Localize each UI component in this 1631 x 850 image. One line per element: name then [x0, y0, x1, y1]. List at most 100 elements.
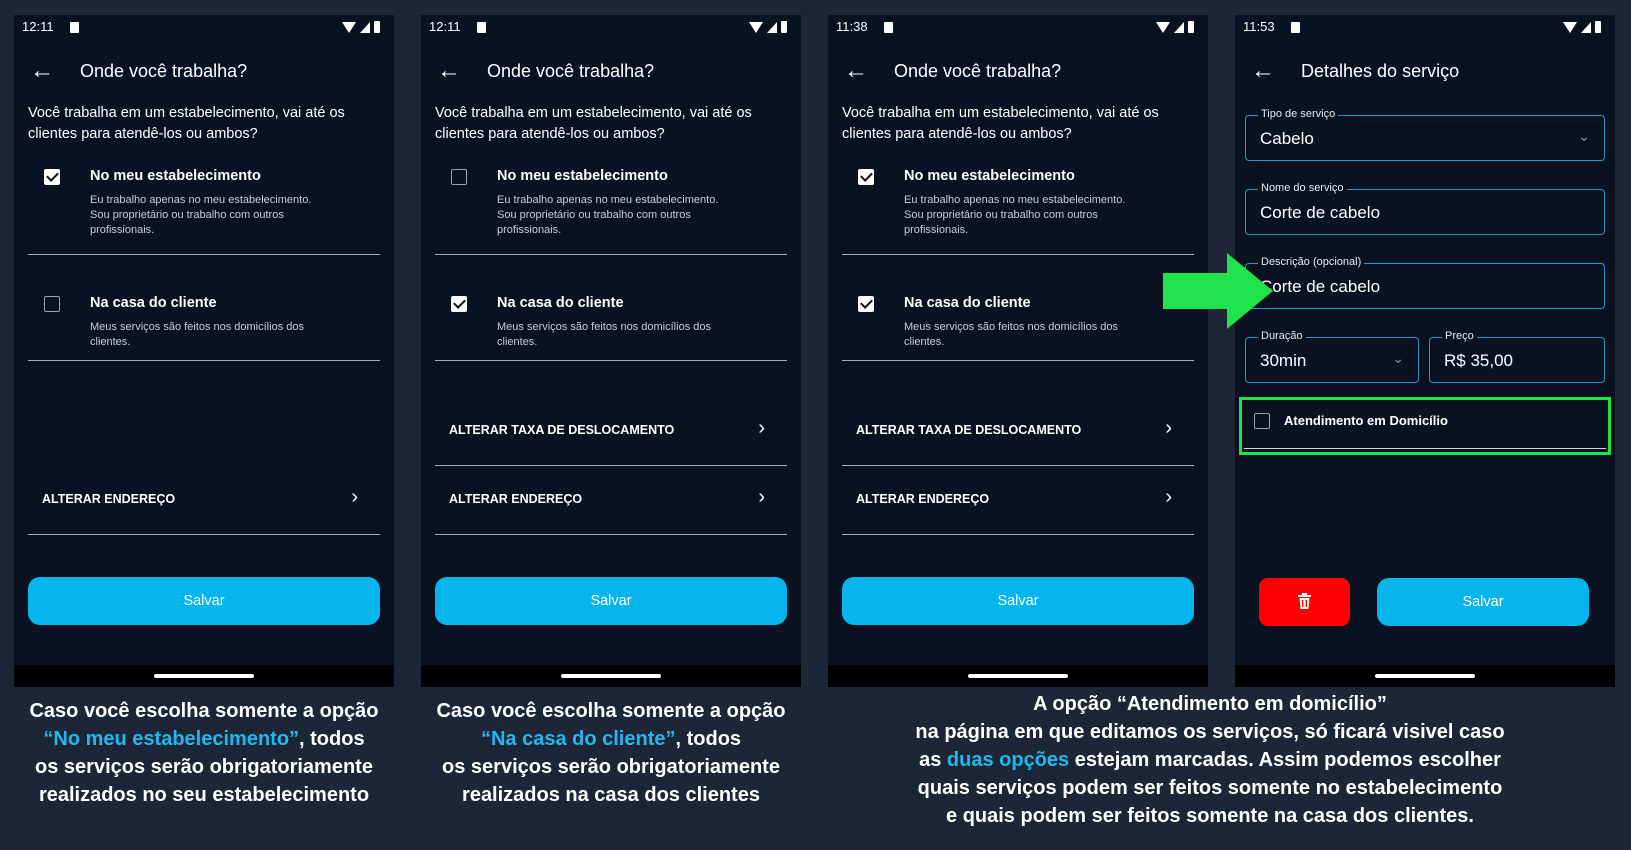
option-description: Meus serviços são feitos nos domicílios … [904, 321, 1118, 348]
field-value: Corte de cabelo [1260, 203, 1381, 222]
option-title: No meu estabelecimento [904, 168, 1075, 184]
link-label: ALTERAR ENDEREÇO [449, 492, 583, 506]
nav-bar [14, 665, 394, 687]
divider [842, 465, 1194, 466]
caption-line: Caso você escolha somente a opção [436, 700, 786, 722]
nav-bar [421, 665, 801, 687]
wifi-icon [1156, 22, 1170, 33]
link-label: ALTERAR TAXA DE DESLOCAMENTO [449, 423, 675, 437]
option-checkbox[interactable] [858, 169, 874, 185]
caption-1: Caso você escolha somente a opção “No me… [14, 697, 394, 809]
description-input[interactable]: Descrição (opcional) Corte de cabelo [1245, 256, 1605, 309]
chevron-down-icon: ⌄ [1392, 350, 1404, 366]
caption-highlight: duas opções [946, 749, 1070, 771]
status-time: 12:11 [22, 19, 54, 34]
caption-line: as duas opções estejam marcadas. Assim p… [840, 746, 1580, 774]
caption-text: estejam marcadas. Assim podemos escolher [1074, 749, 1501, 771]
divider [842, 360, 1194, 361]
question-text: Você trabalha em um estabelecimento, vai… [435, 105, 752, 142]
home-indicator [968, 674, 1068, 678]
status-time: 11:38 [836, 19, 868, 34]
divider [842, 254, 1194, 255]
link-label: ALTERAR TAXA DE DESLOCAMENTO [856, 423, 1082, 437]
app-header: ← Onde você trabalha? [14, 51, 394, 91]
status-bar: 12:11 [22, 19, 380, 37]
delete-button[interactable] [1259, 578, 1350, 626]
field-value: Cabelo [1260, 129, 1314, 148]
home-service-label: Atendimento em Domicílio [1284, 413, 1448, 428]
save-button[interactable]: Salvar [842, 577, 1194, 625]
save-button[interactable]: Salvar [1377, 578, 1589, 626]
duration-select[interactable]: Duração 30min ⌄ [1245, 330, 1419, 383]
service-type-select[interactable]: Tipo de serviço Cabelo ⌄ [1245, 108, 1605, 161]
sim-icon [477, 22, 486, 33]
caption-3: A opção “Atendimento em domicílio” na pá… [840, 690, 1580, 830]
sim-icon [70, 22, 79, 33]
settings-link[interactable]: ALTERAR TAXA DE DESLOCAMENTO › [842, 417, 1194, 447]
status-time: 11:53 [1243, 19, 1275, 34]
link-label: ALTERAR ENDEREÇO [856, 492, 990, 506]
home-service-checkbox[interactable] [1254, 413, 1270, 429]
divider [435, 534, 787, 535]
caption-line: os serviços serão obrigatoriamente [35, 756, 373, 778]
page-title: Onde você trabalha? [487, 61, 655, 81]
sim-icon [884, 22, 893, 33]
option-description: Meus serviços são feitos nos domicílios … [90, 321, 304, 348]
field-value: R$ 35,00 [1444, 351, 1513, 370]
field-label: Tipo de serviço [1258, 108, 1339, 120]
caption-line: A opção “Atendimento em domicílio” [1033, 693, 1387, 715]
battery-icon [1595, 21, 1601, 33]
divider [28, 254, 380, 255]
signal-icon [1581, 22, 1591, 33]
field-label: Duração [1258, 330, 1306, 342]
back-arrow-icon[interactable]: ← [1251, 51, 1275, 91]
chevron-right-icon: › [758, 417, 765, 439]
settings-link[interactable]: ALTERAR ENDEREÇO › [28, 486, 380, 516]
sim-icon [1291, 22, 1300, 33]
option-checkbox[interactable] [451, 296, 467, 312]
option-title: Na casa do cliente [904, 295, 1031, 311]
option-checkbox[interactable] [451, 169, 467, 185]
home-indicator [561, 674, 661, 678]
settings-link[interactable]: ALTERAR ENDEREÇO › [842, 486, 1194, 516]
nav-bar [828, 665, 1208, 687]
signal-icon [1174, 22, 1184, 33]
divider [842, 534, 1194, 535]
back-arrow-icon[interactable]: ← [844, 51, 868, 91]
caption-highlight: “Na casa do cliente” [480, 728, 676, 750]
save-button[interactable]: Salvar [435, 577, 787, 625]
battery-icon [374, 21, 380, 33]
caption-line: realizados na casa dos clientes [462, 784, 760, 806]
caption-text: , todos [299, 728, 365, 750]
trash-icon [1298, 593, 1311, 609]
phone-service-details: 11:53 ← Detalhes do serviço Tipo de serv… [1235, 15, 1615, 687]
caption-line: “Na casa do cliente”, todos [421, 725, 801, 753]
caption-line: Caso você escolha somente a opção [29, 700, 379, 722]
phone-work-location-1: 12:11 ← Onde você trabalha? Você trabalh… [14, 15, 394, 687]
home-indicator [154, 674, 254, 678]
green-arrow-icon [1163, 253, 1273, 329]
app-header: ← Onde você trabalha? [421, 51, 801, 91]
app-header: ← Onde você trabalha? [828, 51, 1208, 91]
save-button[interactable]: Salvar [28, 577, 380, 625]
option-checkbox[interactable] [44, 169, 60, 185]
caption-line: “No meu estabelecimento”, todos [14, 725, 394, 753]
option-description: Eu trabalho apenas no meu estabeleciment… [904, 194, 1126, 236]
divider [435, 360, 787, 361]
service-name-input[interactable]: Nome do serviço Corte de cabelo [1245, 182, 1605, 235]
caption-line: na página em que editamos os serviços, s… [915, 721, 1505, 743]
caption-2: Caso você escolha somente a opção “Na ca… [421, 697, 801, 809]
option-checkbox[interactable] [858, 296, 874, 312]
back-arrow-icon[interactable]: ← [30, 51, 54, 91]
status-bar: 11:38 [836, 19, 1194, 37]
divider [435, 465, 787, 466]
option-checkbox[interactable] [44, 296, 60, 312]
signal-icon [767, 22, 777, 33]
settings-link[interactable]: ALTERAR ENDEREÇO › [435, 486, 787, 516]
back-arrow-icon[interactable]: ← [437, 51, 461, 91]
chevron-right-icon: › [1165, 417, 1172, 439]
price-input[interactable]: Preço R$ 35,00 [1429, 330, 1605, 383]
settings-link[interactable]: ALTERAR TAXA DE DESLOCAMENTO › [435, 417, 787, 447]
field-label: Preço [1442, 330, 1477, 342]
question-text: Você trabalha em um estabelecimento, vai… [28, 105, 345, 142]
